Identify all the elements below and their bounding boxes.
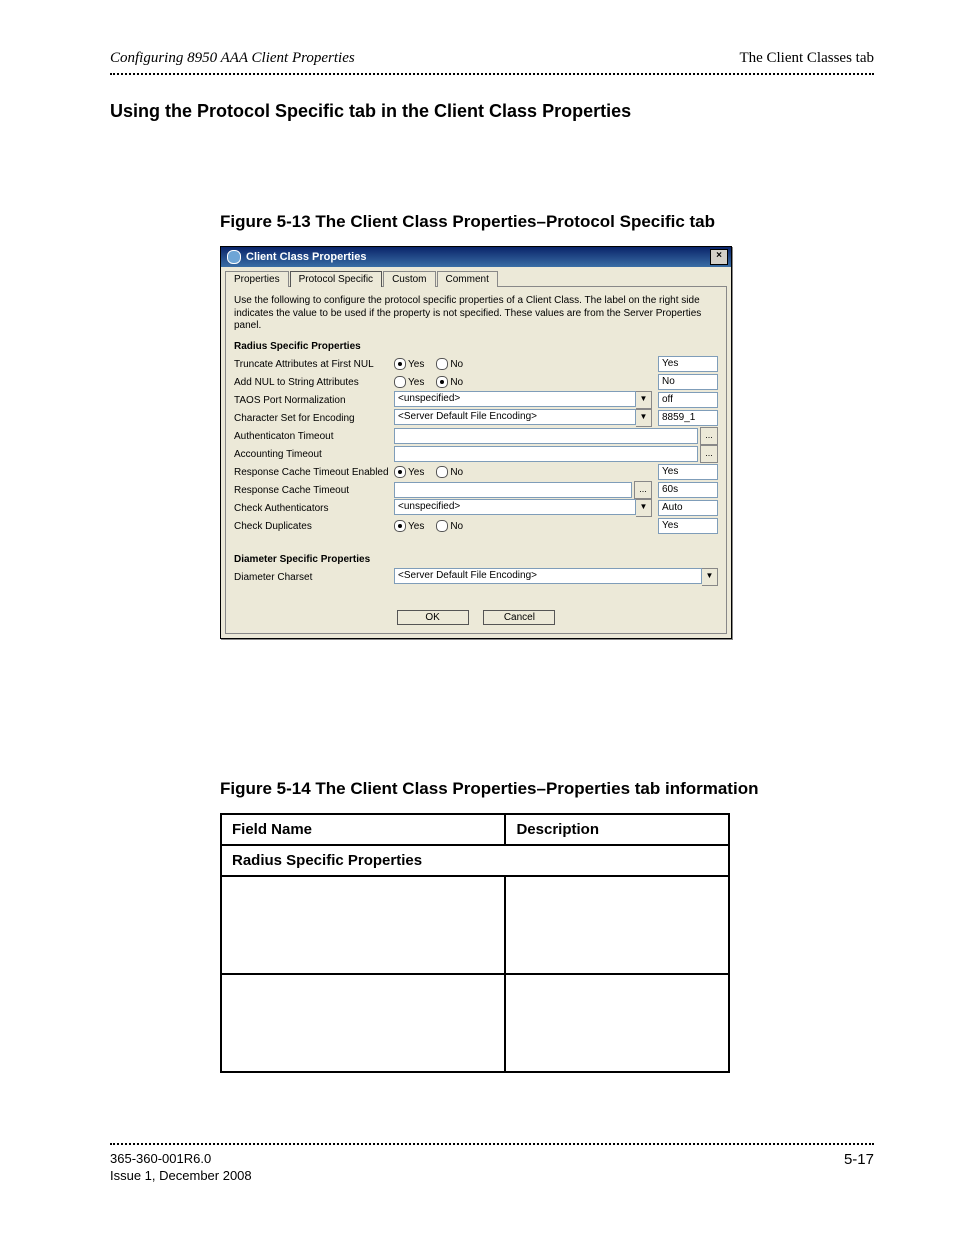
- label-check-dup: Check Duplicates: [234, 521, 394, 532]
- diameter-section-title: Diameter Specific Properties: [234, 554, 718, 565]
- row-rct: Response Cache Timeout ... 60s: [234, 482, 718, 499]
- combo-taos[interactable]: <unspecified> ▼: [394, 391, 652, 409]
- tab-strip: Properties Protocol Specific Custom Comm…: [225, 270, 727, 286]
- chevron-down-icon[interactable]: ▼: [636, 499, 652, 517]
- app-icon: [227, 250, 241, 264]
- row-check-auth: Check Authenticators <unspecified> ▼ Aut…: [234, 500, 718, 517]
- tab-protocol-specific[interactable]: Protocol Specific: [290, 271, 382, 287]
- label-charset: Character Set for Encoding: [234, 413, 394, 424]
- footer-rule: [110, 1143, 874, 1145]
- running-header-left: Configuring 8950 AAA Client Properties: [110, 50, 355, 67]
- label-taos: TAOS Port Normalization: [234, 395, 394, 406]
- header-rule: [110, 73, 874, 75]
- row-check-dup: Check Duplicates Yes No Yes: [234, 518, 718, 535]
- default-charset: 8859_1: [658, 410, 718, 426]
- tab-body: Use the following to configure the proto…: [225, 286, 727, 634]
- radio-truncate-no[interactable]: [436, 358, 448, 370]
- close-icon: ×: [716, 250, 722, 261]
- row-addnul: Add NUL to String Attributes Yes No No: [234, 374, 718, 391]
- th-field-name: Field Name: [221, 814, 505, 845]
- combo-diameter-charset-value[interactable]: <Server Default File Encoding>: [394, 568, 702, 584]
- ok-button[interactable]: OK: [397, 610, 469, 625]
- radio-rce-yes[interactable]: [394, 466, 406, 478]
- radio-chkdup-yes[interactable]: [394, 520, 406, 532]
- radio-truncate-yes[interactable]: [394, 358, 406, 370]
- client-class-properties-dialog: Client Class Properties × Properties Pro…: [220, 246, 732, 639]
- row-rce: Response Cache Timeout Enabled Yes No Ye…: [234, 464, 718, 481]
- default-check-auth: Auto: [658, 500, 718, 516]
- label-truncate: Truncate Attributes at First NUL: [234, 359, 394, 370]
- footer-issue: Issue 1, December 2008: [110, 1168, 252, 1185]
- th-description: Description: [505, 814, 729, 845]
- label-rct: Response Cache Timeout: [234, 485, 394, 496]
- cancel-button[interactable]: Cancel: [483, 610, 555, 625]
- default-taos: off: [658, 392, 718, 408]
- running-header: Configuring 8950 AAA Client Properties T…: [110, 50, 874, 67]
- combo-check-auth[interactable]: <unspecified> ▼: [394, 499, 652, 517]
- row-charset: Character Set for Encoding <Server Defau…: [234, 410, 718, 427]
- dialog-titlebar: Client Class Properties ×: [221, 247, 731, 267]
- table-header-row: Field Name Description: [221, 814, 729, 845]
- table-row: Radius Specific Properties: [221, 845, 729, 876]
- empty-cell: [505, 876, 729, 974]
- row-truncate: Truncate Attributes at First NUL Yes No …: [234, 356, 718, 373]
- chevron-down-icon[interactable]: ▼: [702, 568, 718, 586]
- label-rce: Response Cache Timeout Enabled: [234, 467, 394, 478]
- chevron-down-icon[interactable]: ▼: [636, 391, 652, 409]
- figure-5-14-caption: Figure 5-14 The Client Class Properties–…: [220, 779, 874, 799]
- tab-custom[interactable]: Custom: [383, 271, 435, 287]
- tab-properties[interactable]: Properties: [225, 271, 289, 287]
- empty-cell: [505, 974, 729, 1072]
- combo-check-auth-value[interactable]: <unspecified>: [394, 499, 636, 515]
- combo-taos-value[interactable]: <unspecified>: [394, 391, 636, 407]
- label-check-auth: Check Authenticators: [234, 503, 394, 514]
- footer-doc-id: 365-360-001R6.0: [110, 1151, 252, 1168]
- input-rct[interactable]: [394, 482, 632, 498]
- browse-auth-timeout[interactable]: ...: [700, 427, 718, 445]
- label-addnul: Add NUL to String Attributes: [234, 377, 394, 388]
- table-row: [221, 876, 729, 974]
- combo-diameter-charset[interactable]: <Server Default File Encoding> ▼: [394, 568, 718, 586]
- label-diameter-charset: Diameter Charset: [234, 572, 394, 583]
- radio-addnul-no[interactable]: [436, 376, 448, 388]
- dialog-button-row: OK Cancel: [234, 610, 718, 625]
- instruction-text: Use the following to configure the proto…: [234, 295, 718, 333]
- radius-section-title: Radius Specific Properties: [234, 341, 718, 352]
- row-diameter-charset: Diameter Charset <Server Default File En…: [234, 569, 718, 586]
- combo-charset-value[interactable]: <Server Default File Encoding>: [394, 409, 636, 425]
- dialog-title: Client Class Properties: [246, 251, 366, 263]
- section-heading: Using the Protocol Specific tab in the C…: [110, 101, 874, 122]
- close-button[interactable]: ×: [710, 249, 728, 265]
- radius-specific-row: Radius Specific Properties: [221, 845, 729, 876]
- browse-acct-timeout[interactable]: ...: [700, 445, 718, 463]
- empty-cell: [221, 974, 505, 1072]
- default-check-dup: Yes: [658, 518, 718, 534]
- chevron-down-icon[interactable]: ▼: [636, 409, 652, 427]
- row-taos: TAOS Port Normalization <unspecified> ▼ …: [234, 392, 718, 409]
- default-rct: 60s: [658, 482, 718, 498]
- properties-table: Field Name Description Radius Specific P…: [220, 813, 730, 1073]
- input-auth-timeout[interactable]: [394, 428, 698, 444]
- label-acct-timeout: Accounting Timeout: [234, 449, 394, 460]
- default-truncate: Yes: [658, 356, 718, 372]
- table-row: [221, 974, 729, 1072]
- label-auth-timeout: Authenticaton Timeout: [234, 431, 394, 442]
- empty-cell: [221, 876, 505, 974]
- row-acct-timeout: Accounting Timeout ...: [234, 446, 718, 463]
- browse-rct[interactable]: ...: [634, 481, 652, 499]
- radio-rce-no[interactable]: [436, 466, 448, 478]
- tab-comment[interactable]: Comment: [437, 271, 498, 287]
- running-header-right: The Client Classes tab: [739, 50, 874, 67]
- default-addnul: No: [658, 374, 718, 390]
- figure-5-13-caption: Figure 5-13 The Client Class Properties–…: [220, 212, 874, 232]
- page-footer: 365-360-001R6.0 Issue 1, December 2008 5…: [110, 1143, 874, 1185]
- radio-chkdup-no[interactable]: [436, 520, 448, 532]
- row-auth-timeout: Authenticaton Timeout ...: [234, 428, 718, 445]
- input-acct-timeout[interactable]: [394, 446, 698, 462]
- radio-addnul-yes[interactable]: [394, 376, 406, 388]
- combo-charset[interactable]: <Server Default File Encoding> ▼: [394, 409, 652, 427]
- default-rce: Yes: [658, 464, 718, 480]
- footer-page-number: 5-17: [844, 1151, 874, 1185]
